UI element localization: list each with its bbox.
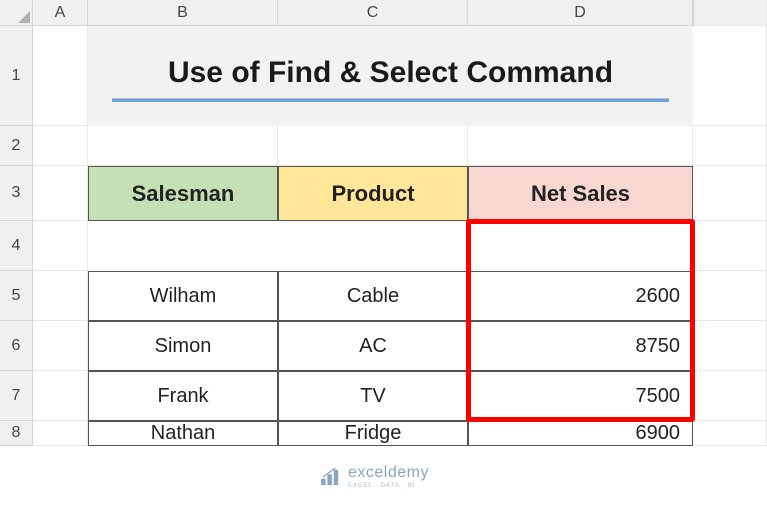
logo-name: exceldemy xyxy=(348,465,429,481)
row-header-1[interactable]: 1 xyxy=(0,26,33,126)
cell-A3[interactable] xyxy=(33,166,88,221)
cell-salesman-2[interactable]: Frank xyxy=(88,371,278,421)
cell-blank-1[interactable] xyxy=(693,26,767,126)
cell-A1[interactable] xyxy=(33,26,88,126)
title-merged-cell[interactable]: Use of Find & Select Command xyxy=(88,26,693,126)
select-all-corner[interactable] xyxy=(0,0,33,26)
cell-product-0[interactable]: Cable xyxy=(278,271,468,321)
row-header-6[interactable]: 6 xyxy=(0,321,33,371)
cell-blank-2[interactable] xyxy=(693,126,767,166)
header-product[interactable]: Product xyxy=(278,166,468,221)
cell-blank-8[interactable] xyxy=(693,421,767,446)
cell-A6[interactable] xyxy=(33,321,88,371)
chart-icon xyxy=(320,468,342,486)
cell-netsales-3[interactable]: 6900 xyxy=(468,421,693,446)
row-header-7[interactable]: 7 xyxy=(0,371,33,421)
col-header-D[interactable]: D xyxy=(468,0,693,26)
cell-netsales-0[interactable]: 2600 xyxy=(468,271,693,321)
cell-product-2[interactable]: TV xyxy=(278,371,468,421)
cell-product-3[interactable]: Fridge xyxy=(278,421,468,446)
cell-netsales-1[interactable]: 8750 xyxy=(468,321,693,371)
cell-blank-5[interactable] xyxy=(693,271,767,321)
cell-salesman-0[interactable]: Wilham xyxy=(88,271,278,321)
header-salesman[interactable]: Salesman xyxy=(88,166,278,221)
cell-netsales-2[interactable]: 7500 xyxy=(468,371,693,421)
logo: exceldemy EXCEL · DATA · BI xyxy=(320,465,429,489)
row-header-4[interactable]: 4 xyxy=(0,221,33,271)
col-header-B[interactable]: B xyxy=(88,0,278,26)
cell-B2[interactable] xyxy=(88,126,278,166)
cell-salesman-1[interactable]: Simon xyxy=(88,321,278,371)
cell-C2[interactable] xyxy=(278,126,468,166)
cell-product-1[interactable]: AC xyxy=(278,321,468,371)
cell-A7[interactable] xyxy=(33,371,88,421)
row-header-8[interactable]: 8 xyxy=(0,421,33,446)
col-header-blank xyxy=(693,0,767,26)
cell-A5[interactable] xyxy=(33,271,88,321)
cell-salesman-3[interactable]: Nathan xyxy=(88,421,278,446)
title-underline xyxy=(112,98,669,102)
page-title: Use of Find & Select Command xyxy=(168,56,613,90)
spreadsheet-grid: A B C D 1 Use of Find & Select Command 2… xyxy=(0,0,767,446)
cell-blank-3[interactable] xyxy=(693,166,767,221)
col-header-A[interactable]: A xyxy=(33,0,88,26)
cell-A8[interactable] xyxy=(33,421,88,446)
header-netsales[interactable]: Net Sales xyxy=(468,166,693,221)
row-header-5[interactable]: 5 xyxy=(0,271,33,321)
col-header-C[interactable]: C xyxy=(278,0,468,26)
cell-blank-6[interactable] xyxy=(693,321,767,371)
row-header-3[interactable]: 3 xyxy=(0,166,33,221)
row-header-2[interactable]: 2 xyxy=(0,126,33,166)
cell-A4[interactable] xyxy=(33,221,88,271)
logo-tagline: EXCEL · DATA · BI xyxy=(348,483,429,489)
cell-blank-7[interactable] xyxy=(693,371,767,421)
cell-blank-4[interactable] xyxy=(693,221,767,271)
cell-A2[interactable] xyxy=(33,126,88,166)
cell-D2[interactable] xyxy=(468,126,693,166)
